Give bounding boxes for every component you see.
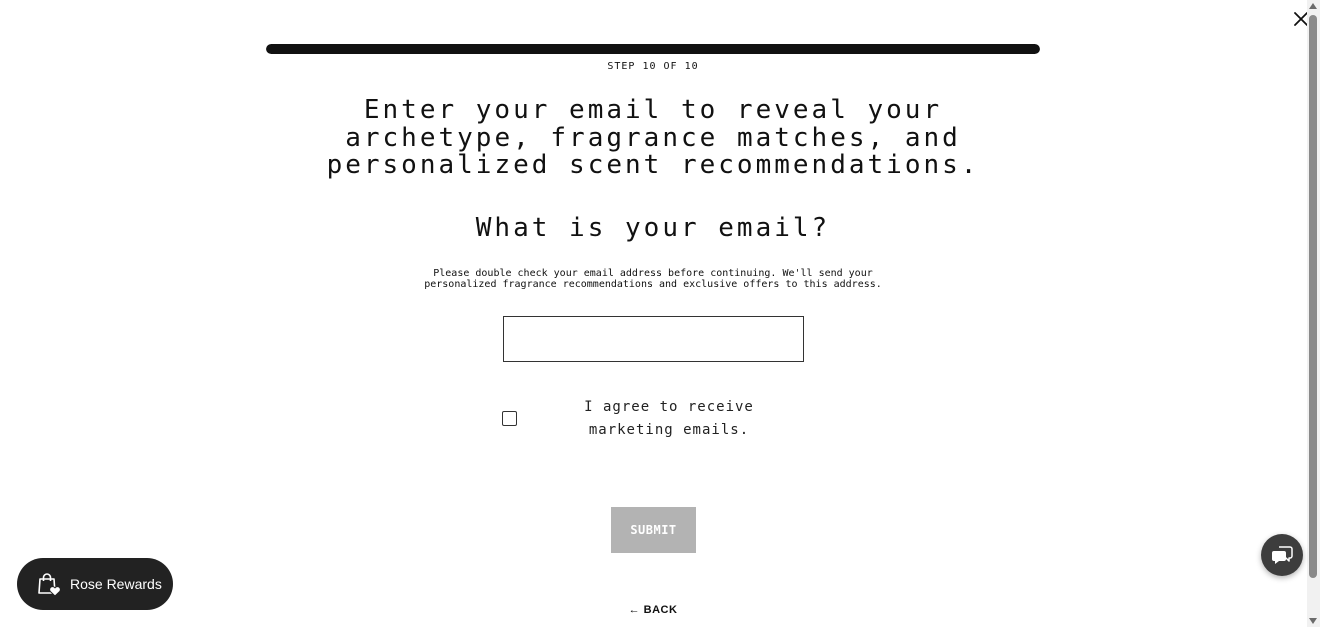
scrollbar-thumb[interactable] [1309, 15, 1317, 578]
close-icon [1294, 12, 1308, 26]
scrollbar[interactable] [1307, 0, 1320, 627]
shopping-bag-heart-icon [35, 571, 61, 597]
chat-button[interactable] [1261, 534, 1303, 576]
scroll-down-arrow-icon[interactable] [1309, 618, 1317, 624]
chat-bubbles-icon [1272, 546, 1293, 564]
email-input[interactable] [503, 316, 804, 362]
email-instructions: Please double check your email address b… [424, 268, 882, 290]
quiz-headline: Enter your email to reveal your archetyp… [326, 95, 980, 180]
progress-bar [266, 44, 1040, 54]
step-indicator: STEP 10 OF 10 [607, 61, 699, 72]
marketing-consent-label[interactable]: I agree to receive marketing emails. [547, 396, 791, 442]
progress-bar-fill [266, 44, 1040, 54]
back-button[interactable]: ← BACK [603, 604, 703, 616]
rose-rewards-button[interactable]: Rose Rewards [17, 558, 173, 610]
question-title: What is your email? [475, 213, 831, 243]
submit-button[interactable]: SUBMIT [611, 507, 696, 553]
scroll-up-arrow-icon[interactable] [1309, 3, 1317, 9]
marketing-consent-checkbox[interactable] [502, 411, 517, 426]
rose-rewards-label: Rose Rewards [70, 576, 162, 592]
